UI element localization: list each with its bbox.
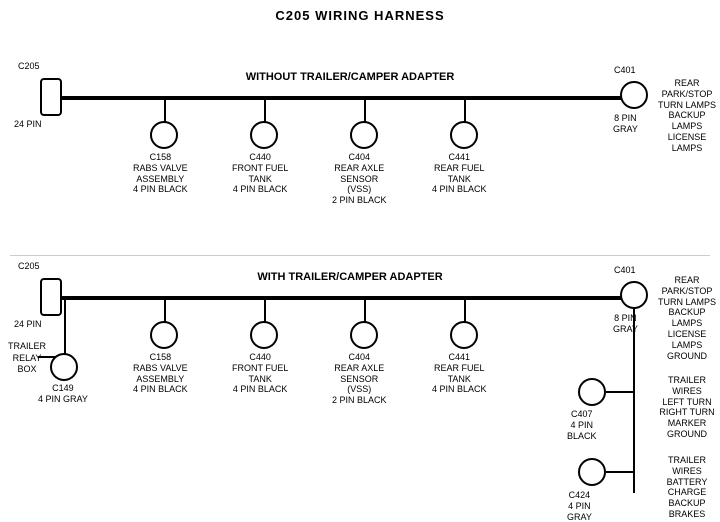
c424-label: C4244 PINGRAY: [567, 490, 592, 522]
c401-top-label: C401: [614, 65, 636, 76]
c441-top-label: C441REAR FUELTANK4 PIN BLACK: [432, 152, 487, 195]
c441-top-vline: [464, 96, 466, 124]
c149-label: C1494 PIN GRAY: [38, 383, 88, 405]
diagram-container: WITHOUT TRAILER/CAMPER ADAPTER C205 24 P…: [0, 23, 720, 513]
c205-top-connector: [40, 78, 62, 116]
section2-label: WITH TRAILER/CAMPER ADAPTER: [160, 271, 540, 284]
c404-top-label: C404REAR AXLESENSOR(VSS)2 PIN BLACK: [332, 152, 387, 206]
c407-hline: [606, 391, 634, 393]
c158-top-connector: [150, 121, 178, 149]
c440-bot-vline: [264, 296, 266, 324]
c404-bot-label: C404REAR AXLESENSOR(VSS)2 PIN BLACK: [332, 352, 387, 406]
c158-bot-connector: [150, 321, 178, 349]
c401-bot-vline-down: [633, 308, 635, 493]
section2-mainline: [60, 296, 640, 300]
c205-bot-label: C205: [18, 261, 40, 272]
c401-top-sublabel: REAR PARK/STOPTURN LAMPSBACKUP LAMPSLICE…: [654, 78, 720, 154]
c407-connector: [578, 378, 606, 406]
c424-hline: [606, 471, 634, 473]
c407-label: C4074 PINBLACK: [567, 409, 597, 441]
c440-bot-connector: [250, 321, 278, 349]
section1-mainline: [60, 96, 640, 100]
c149-connector: [50, 353, 78, 381]
c441-bot-vline: [464, 296, 466, 324]
c440-top-label: C440FRONT FUELTANK4 PIN BLACK: [232, 152, 288, 195]
section-divider: [10, 255, 710, 256]
c158-top-vline: [164, 96, 166, 124]
c149-vline: [64, 296, 66, 356]
c158-top-label: C158RABS VALVEASSEMBLY4 PIN BLACK: [133, 152, 188, 195]
c158-bot-vline: [164, 296, 166, 324]
c440-top-vline: [264, 96, 266, 124]
page-title: C205 WIRING HARNESS: [0, 0, 720, 23]
c441-bot-label: C441REAR FUELTANK4 PIN BLACK: [432, 352, 487, 395]
c205-bot-sublabel: 24 PIN: [14, 319, 42, 330]
section1-label: WITHOUT TRAILER/CAMPER ADAPTER: [160, 71, 540, 84]
c424-connector: [578, 458, 606, 486]
c407-desc: TRAILER WIRESLEFT TURNRIGHT TURNMARKERGR…: [654, 375, 720, 440]
c441-bot-connector: [450, 321, 478, 349]
c401-bot-connector: [620, 281, 648, 309]
c401-top-connector: [620, 81, 648, 109]
c158-bot-label: C158RABS VALVEASSEMBLY4 PIN BLACK: [133, 352, 188, 395]
c205-top-sublabel: 24 PIN: [14, 119, 42, 130]
c440-bot-label: C440FRONT FUELTANK4 PIN BLACK: [232, 352, 288, 395]
c401-top-pinlabel: 8 PINGRAY: [613, 113, 638, 135]
c404-top-connector: [350, 121, 378, 149]
c205-top-label: C205: [18, 61, 40, 72]
c440-top-connector: [250, 121, 278, 149]
c404-top-vline: [364, 96, 366, 124]
c404-bot-connector: [350, 321, 378, 349]
c401-bot-sublabel: REAR PARK/STOPTURN LAMPSBACKUP LAMPSLICE…: [654, 275, 720, 361]
c424-desc: TRAILER WIRESBATTERY CHARGEBACKUPBRAKES: [654, 455, 720, 520]
c401-bot-label: C401: [614, 265, 636, 276]
c404-bot-vline: [364, 296, 366, 324]
c441-top-connector: [450, 121, 478, 149]
trailer-relay-label: TRAILERRELAYBOX: [8, 341, 46, 376]
c205-bot-connector: [40, 278, 62, 316]
